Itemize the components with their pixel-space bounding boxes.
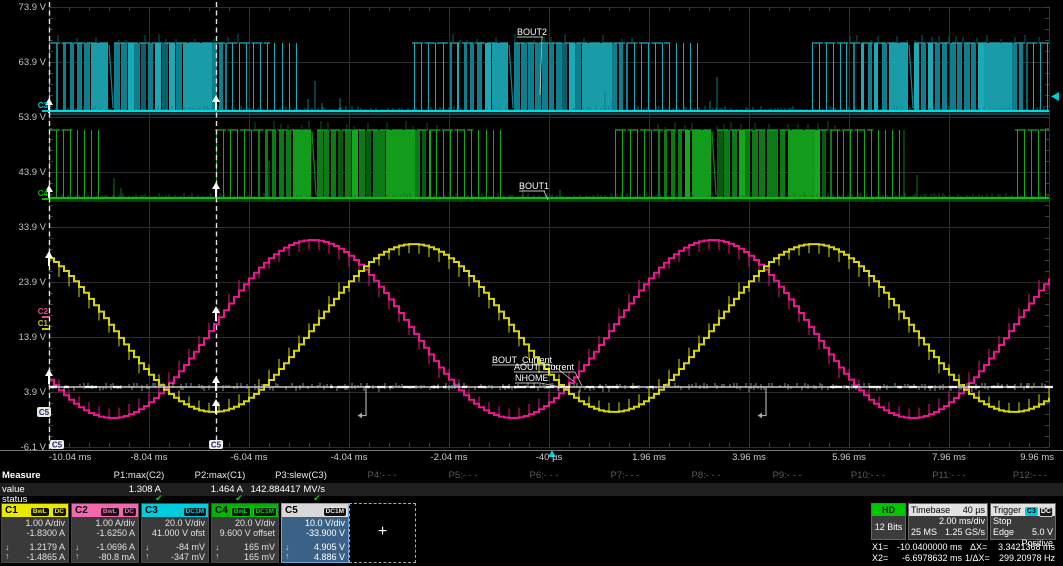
svg-text:C4: C4: [38, 189, 49, 198]
svg-text:13.9 V: 13.9 V: [19, 332, 47, 343]
svg-text:C2: C2: [38, 307, 49, 316]
svg-text:3.9 V: 3.9 V: [24, 387, 47, 398]
svg-text:C5: C5: [52, 441, 63, 450]
svg-text:C5: C5: [39, 408, 50, 417]
svg-text:BOUT2: BOUT2: [517, 27, 547, 37]
svg-text:43.9 V: 43.9 V: [19, 167, 47, 178]
svg-text:C1: C1: [38, 319, 49, 328]
svg-text:33.9 V: 33.9 V: [19, 222, 47, 233]
svg-text:53.9 V: 53.9 V: [19, 112, 47, 123]
svg-text:C3: C3: [38, 101, 49, 110]
svg-text:NHOME: NHOME: [515, 373, 549, 383]
svg-text:23.9 V: 23.9 V: [19, 277, 47, 288]
svg-text:63.9 V: 63.9 V: [19, 57, 47, 68]
svg-text:73.9 V: 73.9 V: [19, 2, 47, 13]
svg-text:AOUT_Current: AOUT_Current: [514, 362, 575, 372]
svg-text:C5: C5: [211, 441, 222, 450]
svg-text:BOUT1: BOUT1: [519, 181, 549, 191]
